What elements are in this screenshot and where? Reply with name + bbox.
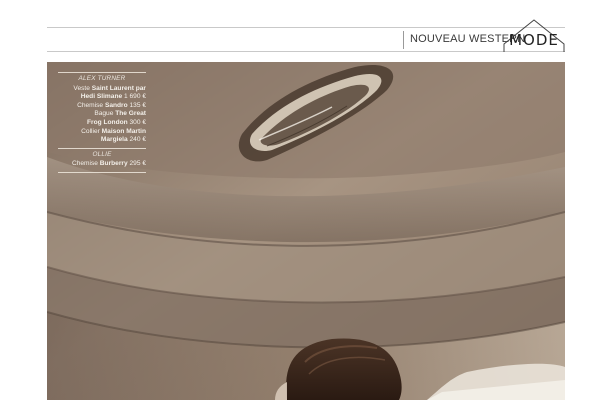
header-top-rule [47, 27, 565, 28]
credit-line: Veste Saint Laurent par [73, 84, 146, 92]
credits-rule-top [58, 72, 146, 73]
credit-line: Hedi Slimane 1 690 € [80, 93, 146, 101]
credit-name: ALEX TURNER [78, 75, 126, 82]
credit-line: Bague The Great [94, 110, 146, 118]
credits-rule-middle [58, 147, 146, 149]
credit-line: Collier Maison Martin [81, 127, 146, 135]
header-bottom-rule [47, 51, 565, 52]
credits-box: ALEX TURNER Veste Saint Laurent par Hedi… [58, 72, 146, 173]
credit-line: Margiela 240 € [100, 136, 146, 144]
credit-line: Frog London 300 € [87, 118, 146, 126]
credit-line: Chemise Burberry 295 € [71, 160, 146, 168]
logo-text: MODE [509, 31, 559, 49]
credit-name: OLLIE [92, 150, 112, 158]
credits-rule-bottom [58, 171, 146, 173]
credit-line: Chemise Sandro 135 € [77, 101, 146, 109]
header-divider [403, 31, 404, 49]
magazine-logo: MODE [500, 18, 568, 54]
